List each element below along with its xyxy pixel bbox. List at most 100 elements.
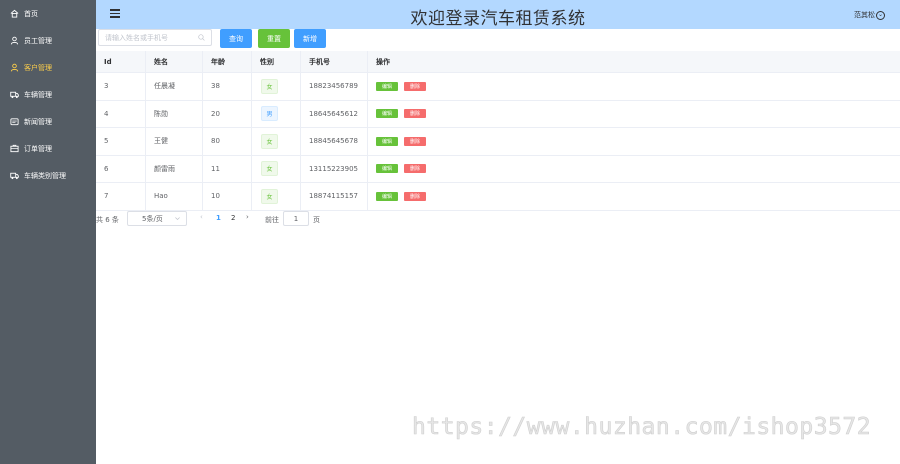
header-operation: 操作 [376, 57, 390, 66]
delete-button[interactable]: 删除 [404, 109, 426, 119]
order-icon [10, 144, 19, 153]
table-row: 3 任晨凝 38 女 18823456789 编辑 删除 [96, 73, 900, 101]
cell-operation: 编辑 删除 [368, 73, 900, 100]
cell-age: 20 [203, 100, 252, 127]
home-icon [10, 9, 19, 18]
query-button[interactable]: 查询 [220, 29, 252, 48]
edit-button[interactable]: 编辑 [376, 81, 398, 91]
toolbar: 请输入姓名或手机号 查询 重置 新增 [96, 29, 900, 51]
search-placeholder: 请输入姓名或手机号 [105, 33, 168, 42]
chevron-down-icon[interactable]: ⌄ [876, 10, 885, 20]
cell-id: 3 [96, 73, 146, 100]
user-icon [10, 63, 19, 72]
cell-age: 80 [203, 128, 252, 155]
next-page-button[interactable]: › [246, 213, 249, 221]
cell-operation: 编辑 删除 [368, 128, 900, 155]
user-menu[interactable]: 范其松 ⌄ [854, 10, 885, 20]
pagination: 共 6 条 5条/页 ‹ 1 2 › 前往 1 页 [96, 211, 900, 229]
sidebar-item-label: 车辆管理 [24, 90, 52, 99]
sidebar-item-label: 订单管理 [24, 144, 52, 153]
sidebar-item-1[interactable]: 员工管理 [0, 27, 96, 54]
customer-table: Id 姓名 年龄 性别 手机号 操作 3 任晨凝 38 女 18823456789 编辑删… [96, 51, 900, 211]
sidebar-item-label: 车辆类别管理 [24, 171, 66, 180]
watermark: https://www.huzhan.com/ishop3572 [412, 414, 872, 441]
prev-page-button[interactable]: ‹ [200, 213, 203, 221]
cell-id: 4 [96, 100, 146, 127]
cell-name: 颜雷雨 [146, 155, 203, 182]
cell-gender: 女 [252, 73, 301, 100]
cell-id: 5 [96, 128, 146, 155]
add-button[interactable]: 新增 [294, 29, 326, 48]
sidebar-item-5[interactable]: 订单管理 [0, 135, 96, 162]
search-input[interactable]: 请输入姓名或手机号 [98, 29, 212, 46]
page-size-value: 5条/页 [142, 214, 163, 223]
goto-label: 前往 [265, 216, 279, 224]
sidebar-item-label: 首页 [24, 9, 38, 18]
sidebar-item-4[interactable]: 新闻管理 [0, 108, 96, 135]
header-age[interactable]: 年龄 [203, 51, 252, 72]
delete-button[interactable]: 删除 [404, 136, 426, 146]
edit-button[interactable]: 编辑 [376, 164, 398, 174]
search-icon[interactable] [198, 34, 205, 41]
sidebar-item-label: 新闻管理 [24, 117, 52, 126]
delete-button[interactable]: 删除 [404, 81, 426, 91]
sidebar-item-2[interactable]: 客户管理 [0, 54, 96, 81]
news-icon [10, 117, 19, 126]
sidebar-item-label: 客户管理 [24, 63, 52, 72]
cell-id: 6 [96, 155, 146, 182]
cell-name: 任晨凝 [146, 73, 203, 100]
cell-name: Hao [146, 183, 203, 210]
page-1-button[interactable]: 1 [216, 214, 221, 222]
truck-icon [10, 90, 19, 99]
total-count: 共 6 条 [96, 216, 119, 224]
cell-id: 7 [96, 183, 146, 210]
gender-tag: 女 [261, 188, 278, 204]
sidebar-item-6[interactable]: 车辆类别管理 [0, 162, 96, 189]
cell-phone: 18645645612 [301, 100, 368, 127]
reset-button[interactable]: 重置 [258, 29, 290, 48]
table-row: 4 陈勋 20 男 18645645612 编辑 删除 [96, 100, 900, 128]
page-2-button[interactable]: 2 [231, 214, 235, 222]
cell-operation: 编辑 删除 [368, 183, 900, 210]
cell-phone: 18823456789 [301, 73, 368, 100]
cell-gender: 女 [252, 155, 301, 182]
cell-operation: 编辑 删除 [368, 101, 900, 128]
header-id[interactable]: Id [96, 51, 146, 72]
gender-tag: 女 [261, 161, 278, 177]
edit-button[interactable]: 编辑 [376, 109, 398, 119]
cell-gender: 女 [252, 183, 301, 210]
header: 欢迎登录汽车租赁系统 范其松 ⌄ [96, 0, 900, 29]
user-icon [10, 36, 19, 45]
cell-name: 王健 [146, 128, 203, 155]
gender-tag: 男 [261, 106, 278, 122]
cell-phone: 18845645678 [301, 128, 368, 155]
page-title: 欢迎登录汽车租赁系统 [410, 9, 586, 29]
cell-phone: 13115223905 [301, 155, 368, 182]
page-unit-label: 页 [313, 216, 320, 224]
page-size-select[interactable]: 5条/页 [127, 211, 187, 226]
gender-tag: 女 [261, 133, 278, 149]
truck-icon [10, 171, 19, 180]
goto-page-input[interactable]: 1 [283, 211, 309, 226]
cell-phone: 18874115157 [301, 183, 368, 210]
sidebar-item-3[interactable]: 车辆管理 [0, 81, 96, 108]
delete-button[interactable]: 删除 [404, 191, 426, 201]
cell-name: 陈勋 [146, 100, 203, 127]
header-gender[interactable]: 性别 [252, 51, 301, 72]
cell-gender: 男 [252, 100, 301, 127]
table-row: 6 颜雷雨 11 女 13115223905 编辑 删除 [96, 155, 900, 183]
delete-button[interactable]: 删除 [404, 164, 426, 174]
sidebar-item-label: 员工管理 [24, 36, 52, 45]
header-name[interactable]: 姓名 [146, 51, 203, 72]
table-row: 5 王健 80 女 18845645678 编辑 删除 [96, 128, 900, 156]
table-header: Id 姓名 年龄 性别 手机号 操作 [96, 51, 900, 73]
edit-button[interactable]: 编辑 [376, 191, 398, 201]
header-phone[interactable]: 手机号 [301, 51, 368, 72]
sidebar: 首页员工管理客户管理车辆管理新闻管理订单管理车辆类别管理 [0, 0, 96, 464]
edit-button[interactable]: 编辑 [376, 136, 398, 146]
gender-tag: 女 [261, 78, 278, 94]
chevron-down-icon [175, 217, 180, 221]
sidebar-item-0[interactable]: 首页 [0, 0, 96, 27]
cell-age: 10 [203, 183, 252, 210]
cell-gender: 女 [252, 128, 301, 155]
